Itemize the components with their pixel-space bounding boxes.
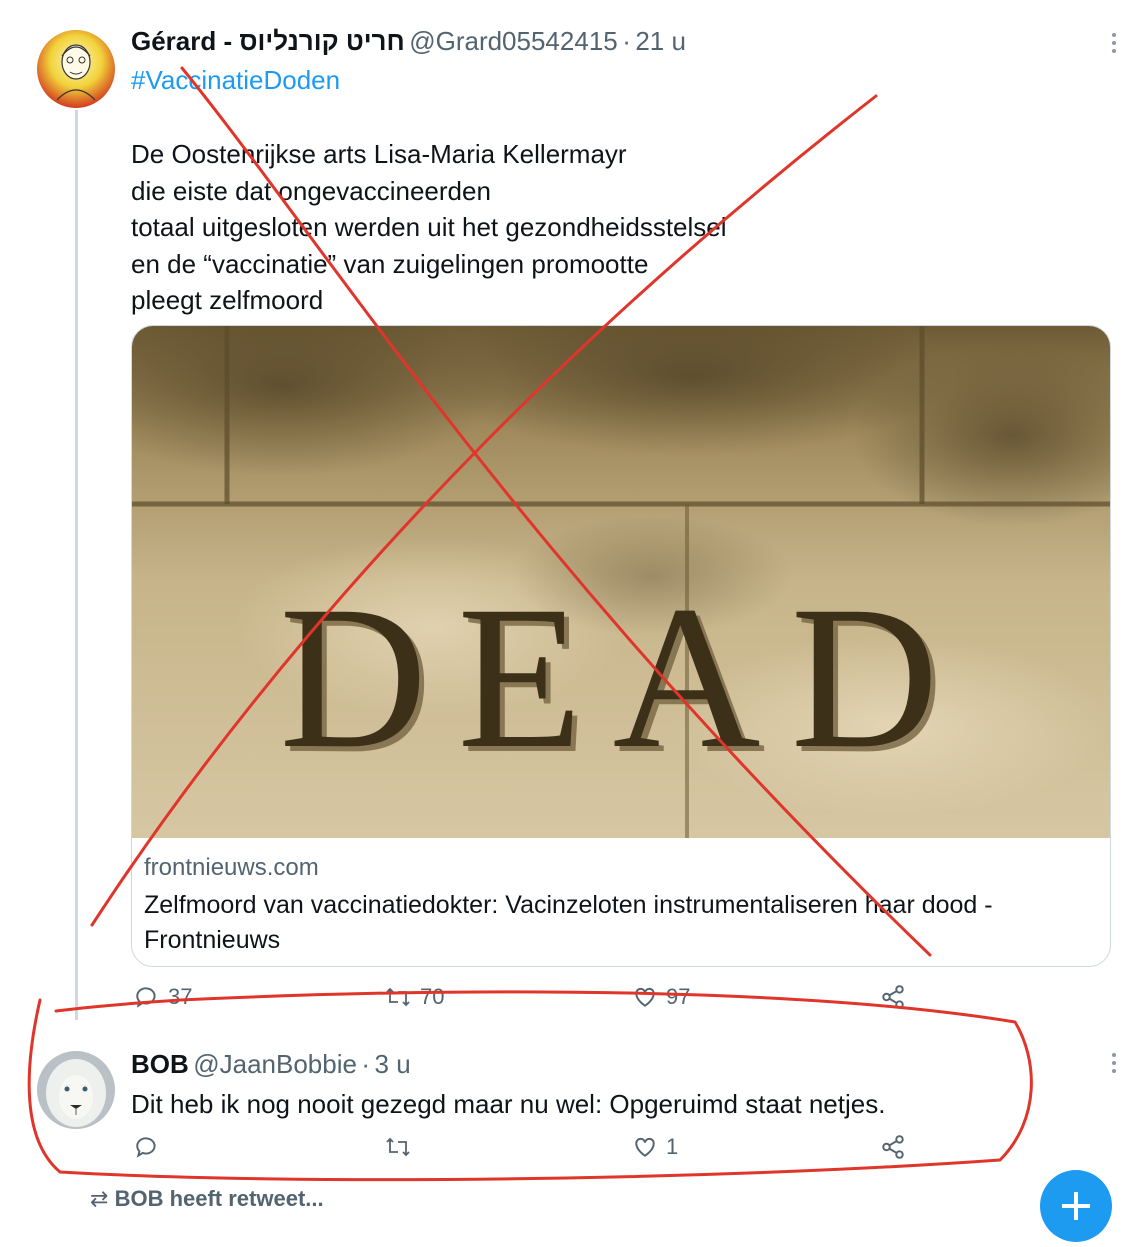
retweet-count: 70 [420,984,445,1009]
tweet-time[interactable]: 21 u [635,26,686,56]
reply-icon [136,987,156,1008]
share-icon [882,985,904,1009]
separator: · [622,26,631,56]
reply-retweet-button[interactable] [384,1134,420,1160]
compose-plus-icon [1062,1192,1090,1220]
card-title: Zelfmoord van vaccinatiedokter: Vacinzel… [144,891,993,954]
like-count: 97 [666,984,691,1009]
card-domain: frontnieuws.com [144,854,319,881]
reply-reply-button[interactable] [134,1134,168,1160]
reply-like-button[interactable]: 1 [632,1134,678,1160]
reply-separator: · [361,1049,371,1079]
share-button[interactable] [880,984,906,1010]
tweet-more-button[interactable] [1108,32,1120,59]
share-icon [882,1135,904,1159]
author-handle[interactable]: @Grard05542415 [409,26,618,56]
reply-time[interactable]: 3 u [375,1049,411,1079]
thread-line [75,110,78,1020]
compose-tweet-button[interactable] [1040,1170,1112,1242]
reply-icon [136,1137,156,1158]
retweet-icon [386,987,410,1007]
more-vertical-icon [1112,1053,1116,1073]
hashtag-link[interactable]: #VaccinatieDoden [131,65,340,96]
reply-like-count: 1 [666,1134,679,1159]
carved-text: DEAD [279,564,968,791]
reply-more-button[interactable] [1108,1052,1120,1079]
reply-handle[interactable]: @JaanBobbie [193,1049,357,1079]
tweet-header: Gérard - חריט קורנליוס @Grard05542415 · … [131,26,686,57]
reply-body: Dit heb ik nog nooit gezegd maar nu wel:… [131,1089,886,1119]
like-button[interactable]: 97 [632,984,690,1010]
reply-count: 37 [168,984,193,1009]
retweet-icon [386,1137,410,1157]
retweet-notice: ⇄ BOB heeft retweet... [90,1186,324,1212]
retweet-notice-text: BOB heeft retweet... [114,1186,324,1211]
link-card[interactable]: DEAD DEAD frontnieuws.com Zelfmoord van … [131,325,1111,967]
more-vertical-icon [1112,33,1116,53]
reply-button[interactable]: 37 [134,984,192,1010]
reply-author-name[interactable]: BOB [131,1049,189,1079]
reply-share-button[interactable] [880,1134,906,1160]
tweet-body: De Oostenrijkse arts Lisa-Maria Kellerma… [131,139,727,315]
retweet-notice-icon: ⇄ [90,1186,109,1211]
reply-avatar[interactable] [37,1051,115,1129]
card-image: DEAD DEAD [132,326,1110,838]
retweet-button[interactable]: 70 [384,984,444,1010]
heart-icon [635,987,655,1007]
reply-header: BOB @JaanBobbie · 3 u [131,1049,411,1080]
author-name[interactable]: Gérard - חריט קורנליוס [131,26,405,56]
author-avatar[interactable] [37,30,115,108]
heart-icon [635,1137,655,1157]
